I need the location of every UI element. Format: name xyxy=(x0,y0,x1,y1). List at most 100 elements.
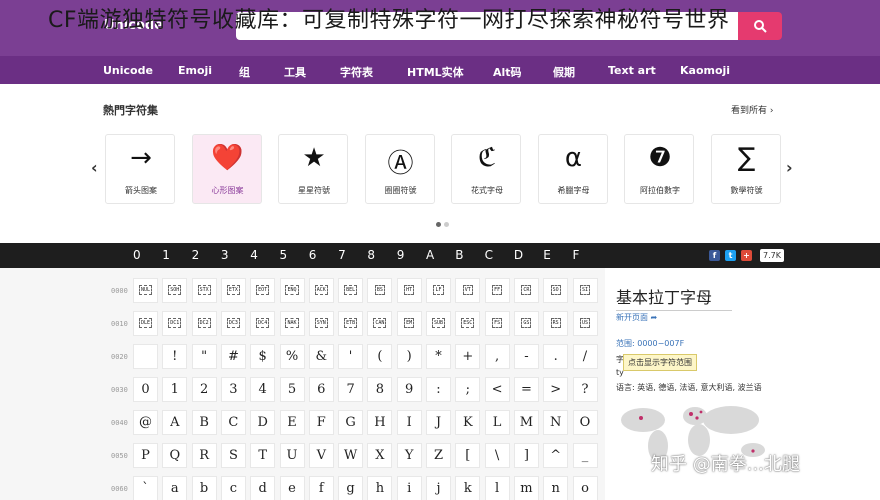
char-cell[interactable]: O xyxy=(572,410,598,435)
char-cell[interactable]: _ xyxy=(572,443,598,468)
charset-card[interactable]: Ⓐ 圈圈符號 xyxy=(364,134,435,204)
char-cell[interactable]: B xyxy=(191,410,217,435)
char-cell[interactable]: > xyxy=(543,377,569,402)
nav-item[interactable]: 假期 xyxy=(553,64,575,80)
char-cell[interactable]: K xyxy=(455,410,481,435)
char-cell[interactable]: * xyxy=(426,344,451,369)
char-cell[interactable]: H xyxy=(367,410,393,435)
char-cell[interactable]: c xyxy=(220,476,246,500)
nav-item[interactable]: Emoji xyxy=(178,64,212,77)
char-cell[interactable]: # xyxy=(220,344,246,369)
char-cell[interactable]: Q xyxy=(162,443,188,468)
nav-item[interactable]: 工具 xyxy=(284,64,306,80)
char-cell[interactable]: NAK xyxy=(279,311,305,336)
char-cell[interactable]: m xyxy=(513,476,539,500)
char-cell[interactable]: LF xyxy=(426,278,451,303)
char-cell[interactable]: DC4 xyxy=(250,311,276,336)
char-cell[interactable]: SI xyxy=(572,278,598,303)
char-cell[interactable]: ` xyxy=(133,476,158,500)
char-cell[interactable]: f xyxy=(308,476,334,500)
search-button[interactable] xyxy=(738,12,782,40)
char-cell[interactable]: 4 xyxy=(250,377,276,402)
char-cell[interactable]: ESC xyxy=(455,311,481,336)
char-cell[interactable]: n xyxy=(543,476,569,500)
carousel-next-icon[interactable]: › xyxy=(786,158,793,177)
char-cell[interactable]: N xyxy=(543,410,569,435)
char-cell[interactable]: 6 xyxy=(308,377,334,402)
char-cell[interactable]: R xyxy=(191,443,217,468)
char-cell[interactable]: M xyxy=(513,410,539,435)
facebook-icon[interactable]: f xyxy=(709,250,720,261)
char-cell[interactable]: ETB xyxy=(338,311,364,336)
char-cell[interactable]: P xyxy=(133,443,158,468)
char-cell[interactable]: 1 xyxy=(162,377,188,402)
char-cell[interactable]: SUB xyxy=(426,311,451,336)
carousel-dot-active[interactable] xyxy=(436,222,441,227)
char-cell[interactable]: DC3 xyxy=(220,311,246,336)
char-cell[interactable]: - xyxy=(513,344,539,369)
char-cell[interactable]: $ xyxy=(250,344,276,369)
char-cell[interactable]: U xyxy=(279,443,305,468)
char-cell[interactable]: % xyxy=(279,344,305,369)
char-cell[interactable]: ' xyxy=(338,344,364,369)
char-cell[interactable]: < xyxy=(484,377,510,402)
char-cell[interactable]: h xyxy=(367,476,393,500)
char-cell[interactable]: Z xyxy=(426,443,451,468)
char-cell[interactable]: / xyxy=(572,344,598,369)
char-cell[interactable]: @ xyxy=(133,410,158,435)
char-cell[interactable]: EOT xyxy=(250,278,276,303)
char-cell[interactable]: DLE xyxy=(133,311,158,336)
char-cell[interactable]: STX xyxy=(191,278,217,303)
char-cell[interactable]: SOH xyxy=(162,278,188,303)
char-cell[interactable]: & xyxy=(308,344,334,369)
char-cell[interactable]: ACK xyxy=(308,278,334,303)
charset-card[interactable]: ❤️ 心形图案 xyxy=(191,134,262,204)
char-cell[interactable]: CAN xyxy=(367,311,393,336)
open-new-page-link[interactable]: 新开页面 ➦ xyxy=(616,312,657,323)
char-cell[interactable]: SYN xyxy=(308,311,334,336)
char-cell[interactable]: Y xyxy=(396,443,422,468)
char-cell[interactable]: EM xyxy=(396,311,422,336)
char-cell[interactable]: . xyxy=(543,344,569,369)
twitter-icon[interactable]: t xyxy=(725,250,736,261)
char-cell[interactable]: ! xyxy=(162,344,188,369)
char-cell[interactable]: BS xyxy=(367,278,393,303)
nav-item[interactable]: 组 xyxy=(239,64,250,80)
char-cell[interactable]: 9 xyxy=(396,377,422,402)
char-cell[interactable]: GS xyxy=(513,311,539,336)
charset-card[interactable]: ❼ 阿拉伯數字 xyxy=(624,134,694,204)
char-cell[interactable]: HT xyxy=(396,278,422,303)
char-cell[interactable]: L xyxy=(484,410,510,435)
nav-item[interactable]: HTML实体 xyxy=(407,64,464,80)
char-cell[interactable]: F xyxy=(308,410,334,435)
see-all-link[interactable]: 看到所有 › xyxy=(731,103,773,116)
char-cell[interactable]: [ xyxy=(455,443,481,468)
char-cell[interactable]: I xyxy=(396,410,422,435)
char-cell[interactable]: VT xyxy=(455,278,481,303)
char-cell[interactable]: k xyxy=(455,476,481,500)
char-cell[interactable]: i xyxy=(396,476,422,500)
char-cell[interactable]: G xyxy=(338,410,364,435)
nav-item[interactable]: Unicode xyxy=(103,64,153,77)
char-cell[interactable]: A xyxy=(162,410,188,435)
char-cell[interactable]: SO xyxy=(543,278,569,303)
charset-card[interactable]: ★ 星星符號 xyxy=(278,134,348,204)
char-cell[interactable]: 0 xyxy=(133,377,158,402)
char-cell[interactable]: E xyxy=(279,410,305,435)
char-cell[interactable]: FF xyxy=(484,278,510,303)
char-cell[interactable]: CR xyxy=(513,278,539,303)
char-cell[interactable]: NUL xyxy=(133,278,158,303)
char-cell[interactable]: l xyxy=(484,476,510,500)
char-cell[interactable]: S xyxy=(220,443,246,468)
char-cell[interactable]: ( xyxy=(367,344,393,369)
char-cell[interactable]: 7 xyxy=(338,377,364,402)
char-cell[interactable]: = xyxy=(513,377,539,402)
range-link[interactable]: 范围: 0000−007F xyxy=(616,338,684,349)
char-cell[interactable]: \ xyxy=(484,443,510,468)
char-cell[interactable]: 5 xyxy=(279,377,305,402)
char-cell[interactable]: V xyxy=(308,443,334,468)
char-cell[interactable]: b xyxy=(191,476,217,500)
char-cell[interactable]: ) xyxy=(396,344,422,369)
char-cell[interactable]: X xyxy=(367,443,393,468)
nav-item[interactable]: 字符表 xyxy=(340,64,373,80)
